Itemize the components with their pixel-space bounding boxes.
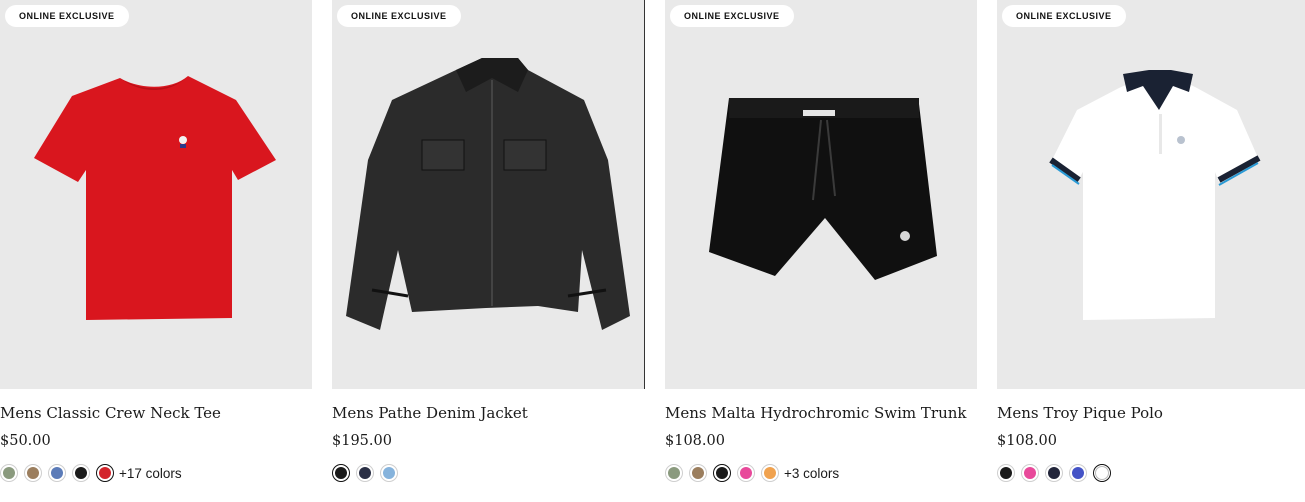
color-swatch[interactable] <box>1093 464 1111 482</box>
color-dot <box>27 467 39 479</box>
online-exclusive-badge: ONLINE EXCLUSIVE <box>337 5 461 27</box>
color-dot <box>1048 467 1060 479</box>
product-image[interactable]: ONLINE EXCLUSIVE <box>665 0 977 389</box>
more-colors-link[interactable]: +3 colors <box>784 466 839 481</box>
product-card[interactable]: ONLINE EXCLUSIVE Mens Troy Pique Polo $1… <box>997 0 1305 502</box>
color-dot <box>1024 467 1036 479</box>
color-dot <box>668 467 680 479</box>
color-swatch[interactable] <box>380 464 398 482</box>
color-swatch[interactable] <box>0 464 18 482</box>
color-dot <box>692 467 704 479</box>
red-tshirt-icon <box>34 76 276 320</box>
color-dot <box>99 467 111 479</box>
color-swatch[interactable] <box>665 464 683 482</box>
color-dot <box>335 467 347 479</box>
color-dot <box>740 467 752 479</box>
color-swatch[interactable] <box>332 464 350 482</box>
color-swatch[interactable] <box>24 464 42 482</box>
color-dot <box>51 467 63 479</box>
color-swatch[interactable] <box>1069 464 1087 482</box>
product-title[interactable]: Mens Troy Pique Polo <box>997 404 1163 422</box>
more-colors-link[interactable]: +17 colors <box>119 466 182 481</box>
color-dot <box>3 467 15 479</box>
product-price: $195.00 <box>332 433 392 449</box>
product-title[interactable]: Mens Malta Hydrochromic Swim Trunk <box>665 404 967 422</box>
color-dot <box>383 467 395 479</box>
product-card[interactable]: ONLINE EXCLUSIVE Mens Malta Hydrochromic… <box>665 0 977 502</box>
product-price: $108.00 <box>665 433 725 449</box>
color-dot <box>75 467 87 479</box>
color-swatches: +3 colors <box>665 463 839 483</box>
color-swatch[interactable] <box>997 464 1015 482</box>
black-denim-jacket-icon <box>346 58 630 330</box>
product-card[interactable]: ONLINE EXCLUSIVE Mens Pathe Denim Jacket… <box>332 0 644 502</box>
color-swatches <box>997 463 1117 483</box>
product-title[interactable]: Mens Classic Crew Neck Tee <box>0 404 221 422</box>
color-dot <box>1000 467 1012 479</box>
color-swatches: +17 colors <box>0 463 182 483</box>
divider <box>644 0 645 389</box>
product-image[interactable]: ONLINE EXCLUSIVE <box>997 0 1305 389</box>
color-dot <box>716 467 728 479</box>
color-swatch[interactable] <box>96 464 114 482</box>
product-image[interactable]: ONLINE EXCLUSIVE <box>332 0 644 389</box>
color-swatch[interactable] <box>1045 464 1063 482</box>
color-swatch[interactable] <box>356 464 374 482</box>
color-swatch[interactable] <box>689 464 707 482</box>
color-swatch[interactable] <box>48 464 66 482</box>
color-swatch[interactable] <box>737 464 755 482</box>
color-swatch[interactable] <box>72 464 90 482</box>
color-dot <box>359 467 371 479</box>
product-image[interactable]: ONLINE EXCLUSIVE <box>0 0 312 389</box>
product-title[interactable]: Mens Pathe Denim Jacket <box>332 404 528 422</box>
product-price: $50.00 <box>0 433 51 449</box>
product-card[interactable]: ONLINE EXCLUSIVE Mens Classic Crew Neck … <box>0 0 312 502</box>
color-dot <box>1095 466 1109 480</box>
color-swatch[interactable] <box>1021 464 1039 482</box>
black-swim-trunk-icon <box>709 98 937 280</box>
color-dot <box>1072 467 1084 479</box>
color-dot <box>764 467 776 479</box>
product-price: $108.00 <box>997 433 1057 449</box>
color-swatches <box>332 463 404 483</box>
online-exclusive-badge: ONLINE EXCLUSIVE <box>670 5 794 27</box>
color-swatch[interactable] <box>761 464 779 482</box>
white-polo-icon <box>1049 70 1261 320</box>
online-exclusive-badge: ONLINE EXCLUSIVE <box>5 5 129 27</box>
online-exclusive-badge: ONLINE EXCLUSIVE <box>1002 5 1126 27</box>
color-swatch[interactable] <box>713 464 731 482</box>
